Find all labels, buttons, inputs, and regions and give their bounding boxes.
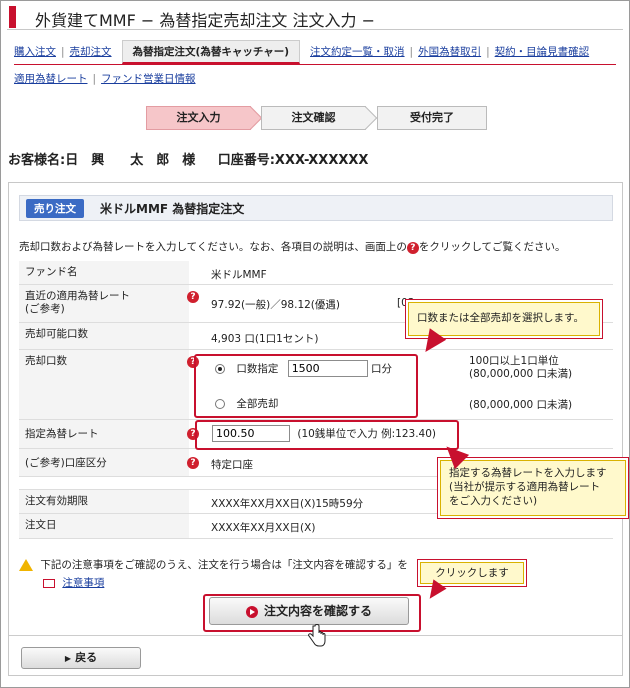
- panel-header: 売り注文 米ドルMMF 為替指定注文: [19, 195, 613, 221]
- callout-rate: 指定する為替レートを入力します (当社が提示する適用為替レート をご入力ください…: [440, 460, 626, 516]
- notice-link-wrap: 注意事項: [43, 575, 104, 590]
- target-rate-label: 指定為替レート: [19, 420, 189, 448]
- nav-link-orders[interactable]: 注文約定一覧・取消: [310, 46, 405, 58]
- tab-fx-order[interactable]: 為替指定注文(為替キャッチャー): [121, 40, 301, 64]
- nav-row-2: 適用為替レート | ファンド営業日情報: [14, 73, 196, 85]
- units-note-1: 100口以上1口単位 (80,000,000 口未満): [469, 355, 573, 380]
- fund-value: 米ドルMMF: [211, 269, 267, 281]
- account-type-value: 特定口座: [211, 459, 253, 471]
- customer-name: お客様名:日 興 太 郎 様: [8, 153, 196, 168]
- account-type-help-icon[interactable]: ?: [187, 457, 199, 469]
- header-accent-bar: [9, 6, 16, 28]
- document-icon: [43, 578, 55, 588]
- back-button[interactable]: ▶ 戻る: [21, 647, 141, 669]
- back-arrow-icon: ▶: [64, 654, 72, 663]
- available-label: 売却可能口数: [19, 323, 189, 349]
- highlight-units: [194, 354, 418, 418]
- nav-link-buy[interactable]: 購入注文: [14, 46, 56, 58]
- panel-title: 米ドルMMF 為替指定注文: [100, 202, 245, 216]
- nav-link-rates[interactable]: 適用為替レート: [14, 73, 88, 85]
- sell-order-badge: 売り注文: [26, 199, 84, 218]
- rate-help-icon[interactable]: ?: [187, 291, 199, 303]
- nav-link-fund-days[interactable]: ファンド営業日情報: [101, 73, 196, 85]
- step-input: 注文入力: [146, 106, 263, 130]
- notice-link[interactable]: 注意事項: [62, 577, 104, 589]
- account-number: 口座番号:XXX-XXXXXX: [217, 153, 369, 168]
- units-label: 売却口数: [19, 350, 189, 419]
- expiry-label: 注文有効期限: [19, 490, 189, 513]
- fund-label: ファンド名: [19, 261, 189, 284]
- customer-info: お客様名:日 興 太 郎 様 口座番号:XXX-XXXXXX: [8, 149, 368, 168]
- row-order-date: 注文日 XXXX年XX月XX日(X): [19, 514, 613, 539]
- units-note-2: (80,000,000 口未満): [469, 399, 573, 411]
- page-header: 外貨建てMMF − 為替指定売却注文 注文入力 −: [7, 6, 623, 30]
- rate-value: 97.92(一般)／98.12(優遇): [211, 299, 341, 311]
- highlight-rate: [195, 420, 459, 450]
- nav-link-fx[interactable]: 外国為替取引: [418, 46, 481, 58]
- warning-icon: [19, 559, 33, 571]
- nav-row-1: 購入注文 | 売却注文 為替指定注文(為替キャッチャー) 注文約定一覧・取消 | 外国為替取…: [14, 40, 589, 64]
- order-date-label: 注文日: [19, 514, 189, 538]
- step-confirm: 注文確認: [261, 106, 378, 130]
- nav-divider: [14, 64, 616, 65]
- page-title: 外貨建てMMF − 為替指定売却注文 注文入力 −: [35, 11, 375, 30]
- expiry-value: XXXX年XX月XX日(X)15時59分: [211, 498, 364, 510]
- account-type-label: (ご参考)口座区分: [19, 449, 189, 476]
- callout-units: 口数または全部売却を選択します。: [408, 302, 600, 336]
- hand-cursor-icon: [308, 624, 326, 647]
- rate-label: 直近の適用為替レート (ご参考): [19, 285, 189, 322]
- step-complete: 受付完了: [377, 106, 487, 130]
- nav-link-contract[interactable]: 契約・目論見書確認: [495, 46, 590, 58]
- notice-text: 下記の注意事項をご確認のうえ、注文を行う場合は「注文内容を確認する」を: [40, 559, 408, 571]
- help-icon: ?: [406, 242, 419, 254]
- intro-text: 売却口数および為替レートを入力してください。なお、各項目の説明は、画面上の? をク…: [19, 241, 566, 254]
- order-date-value: XXXX年XX月XX日(X): [211, 522, 316, 534]
- nav-link-sell[interactable]: 売却注文: [70, 46, 112, 58]
- row-fund: ファンド名 米ドルMMF: [19, 261, 613, 285]
- notice: 下記の注意事項をご確認のうえ、注文を行う場合は「注文内容を確認する」を: [19, 557, 408, 572]
- available-value: 4,903 口(1口1セント): [211, 333, 319, 345]
